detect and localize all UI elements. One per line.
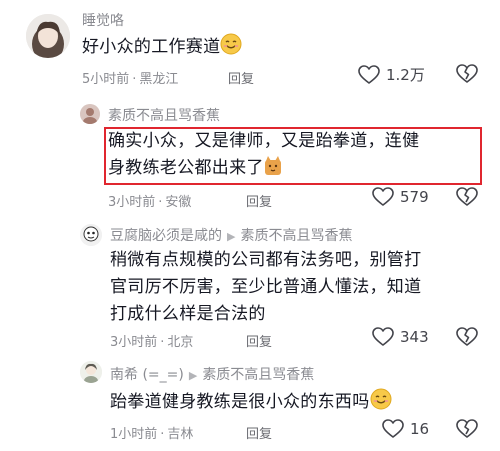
location: 黑龙江 — [139, 72, 179, 87]
broken-heart-icon — [456, 187, 478, 206]
avatar[interactable] — [26, 14, 70, 58]
comment-meta: 3小时前 · 北京 — [110, 335, 194, 350]
like-button[interactable]: 1.2万 — [358, 64, 425, 85]
reply-author[interactable]: 南希 (=_=) — [110, 367, 184, 383]
comment-meta: 1小时前 · 吉林 — [110, 427, 194, 442]
like-button[interactable]: 16 — [382, 419, 429, 439]
comment-meta: 5小时前 · 黑龙江 — [82, 72, 179, 87]
like-count: 343 — [400, 328, 429, 346]
comment-text: 确实小众，又是律师，又是跆拳道，连健 身教练老公都出来了 — [108, 128, 419, 185]
location: 北京 — [167, 335, 194, 350]
avatar[interactable] — [80, 361, 102, 383]
smile-emoji — [370, 388, 392, 419]
timestamp: 1小时前 — [110, 427, 158, 442]
comment-text-line: 好小众的工作赛道 — [82, 37, 221, 57]
heart-icon — [372, 327, 394, 346]
dislike-button[interactable] — [456, 419, 478, 443]
triangle-right-icon: ▶ — [188, 369, 198, 382]
reply-button[interactable]: 回复 — [246, 331, 272, 350]
triangle-right-icon: ▶ — [227, 230, 236, 243]
heart-icon — [358, 64, 380, 84]
broken-heart-icon — [456, 327, 478, 346]
reply-target[interactable]: 素质不高且骂香蕉 — [240, 228, 352, 244]
dislike-button[interactable] — [456, 187, 478, 211]
reply-button[interactable]: 回复 — [246, 423, 272, 442]
like-button[interactable]: 579 — [372, 187, 429, 207]
broken-heart-icon — [456, 419, 478, 438]
comment-text-line: 打成什么样是合法的 — [110, 304, 266, 324]
comment-text: 好小众的工作赛道 — [82, 33, 242, 64]
reply-author[interactable]: 豆腐脑必须是咸的 — [110, 228, 222, 244]
comment-text-line: 稍微有点规模的公司都有法务吧，别管打 — [110, 250, 422, 270]
like-count: 16 — [410, 420, 430, 438]
location: 安徽 — [165, 195, 192, 210]
reply-button[interactable]: 回复 — [246, 191, 272, 210]
comment-text-line: 官司厉不厉害，至少比普通人懂法，知道 — [110, 277, 422, 297]
comment-meta: 3小时前 · 安徽 — [108, 195, 192, 210]
dislike-button[interactable] — [456, 64, 478, 88]
smile-emoji — [220, 33, 242, 64]
comment-text: 稍微有点规模的公司都有法务吧，别管打 官司厉不厉害，至少比普通人懂法，知道 打成… — [110, 247, 421, 328]
comment-text: 跆拳道健身教练是很小众的东西吗 — [110, 388, 392, 419]
heart-icon — [382, 419, 404, 438]
cat-emoji — [264, 156, 282, 185]
location: 吉林 — [167, 427, 194, 442]
like-button[interactable]: 343 — [372, 327, 429, 347]
comment-text-line: 身教练老公都出来了 — [108, 158, 264, 178]
comment-author: 豆腐脑必须是咸的 ▶ 素质不高且骂香蕉 — [110, 225, 352, 245]
timestamp: 5小时前 — [82, 72, 130, 87]
comment-text-line: 跆拳道健身教练是很小众的东西吗 — [110, 392, 370, 412]
like-count: 579 — [400, 188, 429, 206]
dislike-button[interactable] — [456, 327, 478, 351]
timestamp: 3小时前 — [108, 195, 156, 210]
comment-text-line: 确实小众，又是律师，又是跆拳道，连健 — [108, 131, 420, 151]
heart-icon — [372, 187, 394, 206]
like-count: 1.2万 — [386, 66, 425, 84]
reply-button[interactable]: 回复 — [228, 68, 254, 87]
comment-author[interactable]: 睡觉咯 — [82, 10, 124, 30]
avatar[interactable] — [80, 224, 102, 246]
comment-author: 南希 (=_=) ▶ 素质不高且骂香蕉 — [110, 364, 314, 384]
comment-author[interactable]: 素质不高且骂香蕉 — [108, 105, 220, 125]
broken-heart-icon — [456, 64, 478, 83]
reply-target[interactable]: 素质不高且骂香蕉 — [202, 367, 314, 383]
avatar[interactable] — [80, 104, 100, 124]
timestamp: 3小时前 — [110, 335, 158, 350]
